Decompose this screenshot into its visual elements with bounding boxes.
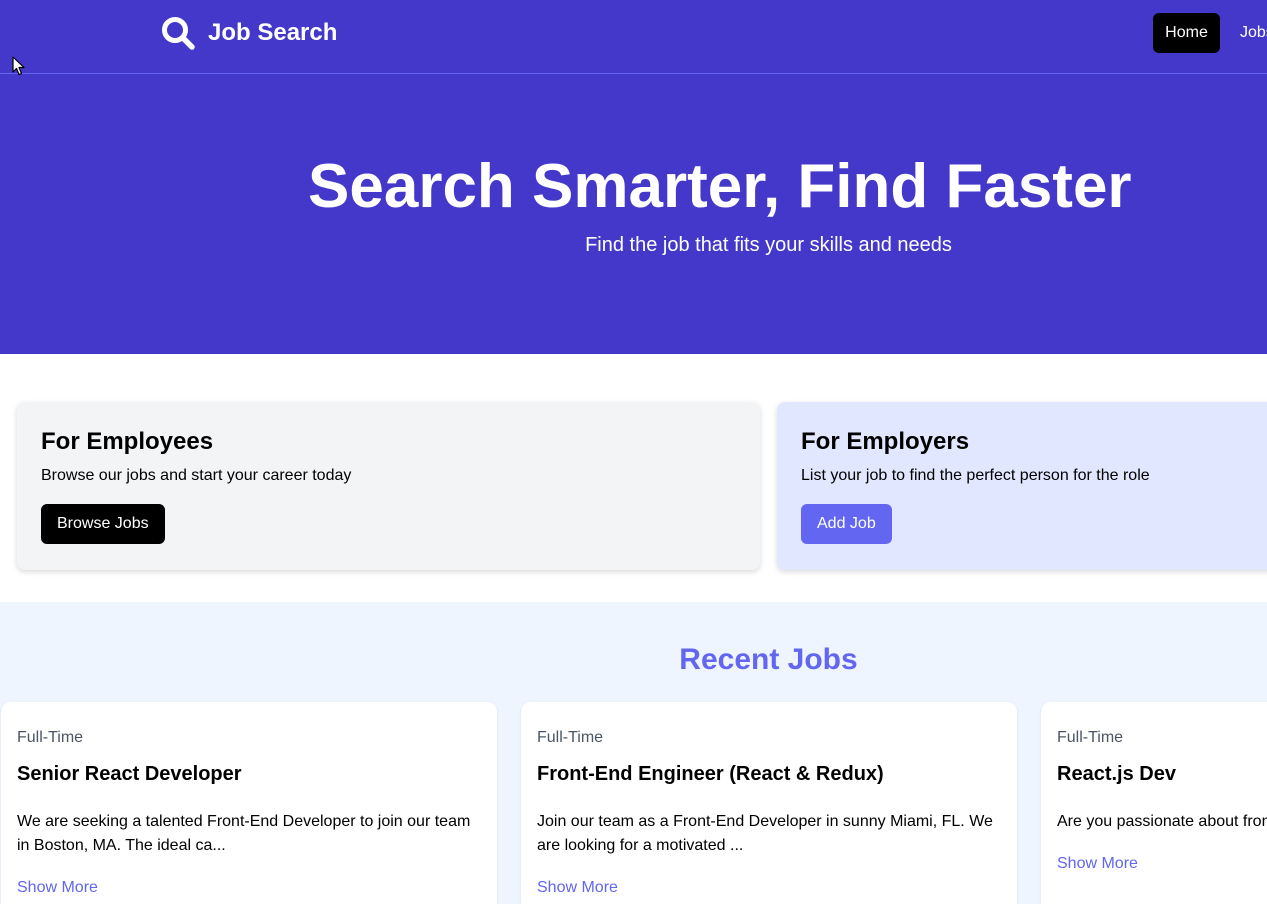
hero-section: Search Smarter, Find Faster Find the job… <box>0 74 1267 354</box>
job-type: Full-Time <box>537 729 604 746</box>
add-job-button[interactable]: Add Job <box>801 504 892 544</box>
page: Job Search Home Jobs Search Smarter, Fin… <box>0 0 1267 904</box>
show-more-link[interactable]: Show More <box>17 878 481 898</box>
recent-jobs-title: Recent Jobs <box>679 643 858 676</box>
nav-link-jobs[interactable]: Jobs <box>1240 13 1267 53</box>
employers-card-text: List your job to find the perfect person… <box>801 467 1150 484</box>
job-description: We are seeking a talented Front-End Deve… <box>17 813 471 854</box>
job-title: Front-End Engineer (React & Redux) <box>537 763 884 785</box>
mouse-cursor-icon <box>12 56 25 76</box>
job-card: Full-Time Senior React Developer We are … <box>1 702 497 904</box>
job-card: Full-Time React.js Dev Are you passionat… <box>1041 702 1267 904</box>
browse-jobs-button[interactable]: Browse Jobs <box>41 504 165 544</box>
brand-title: Job Search <box>208 19 338 46</box>
employers-card: For Employers List your job to find the … <box>777 402 1267 570</box>
search-icon <box>162 17 195 50</box>
employers-card-title: For Employers <box>801 428 970 455</box>
show-more-link[interactable]: Show More <box>537 878 1001 898</box>
employees-card-text: Browse our jobs and start your career to… <box>41 467 352 484</box>
nav-link-home[interactable]: Home <box>1153 13 1220 53</box>
show-more-link[interactable]: Show More <box>1057 854 1267 874</box>
job-description: Join our team as a Front-End Developer i… <box>537 813 993 854</box>
hero-title: Search Smarter, Find Faster <box>308 152 1132 221</box>
recent-jobs-section: Recent Jobs Full-Time Senior React Devel… <box>0 602 1267 904</box>
job-card: Full-Time Front-End Engineer (React & Re… <box>521 702 1017 904</box>
navbar: Job Search Home Jobs <box>0 0 1267 74</box>
job-description: Are you passionate about fron in vibrant… <box>1057 813 1267 830</box>
job-title: Senior React Developer <box>17 763 242 785</box>
brand[interactable]: Job Search <box>160 15 337 51</box>
job-title: React.js Dev <box>1057 763 1176 785</box>
job-type: Full-Time <box>1057 729 1124 746</box>
employees-card: For Employees Browse our jobs and start … <box>17 402 760 570</box>
job-type: Full-Time <box>17 729 84 746</box>
employees-card-title: For Employees <box>41 428 214 455</box>
hero-subtitle: Find the job that fits your skills and n… <box>585 234 952 256</box>
